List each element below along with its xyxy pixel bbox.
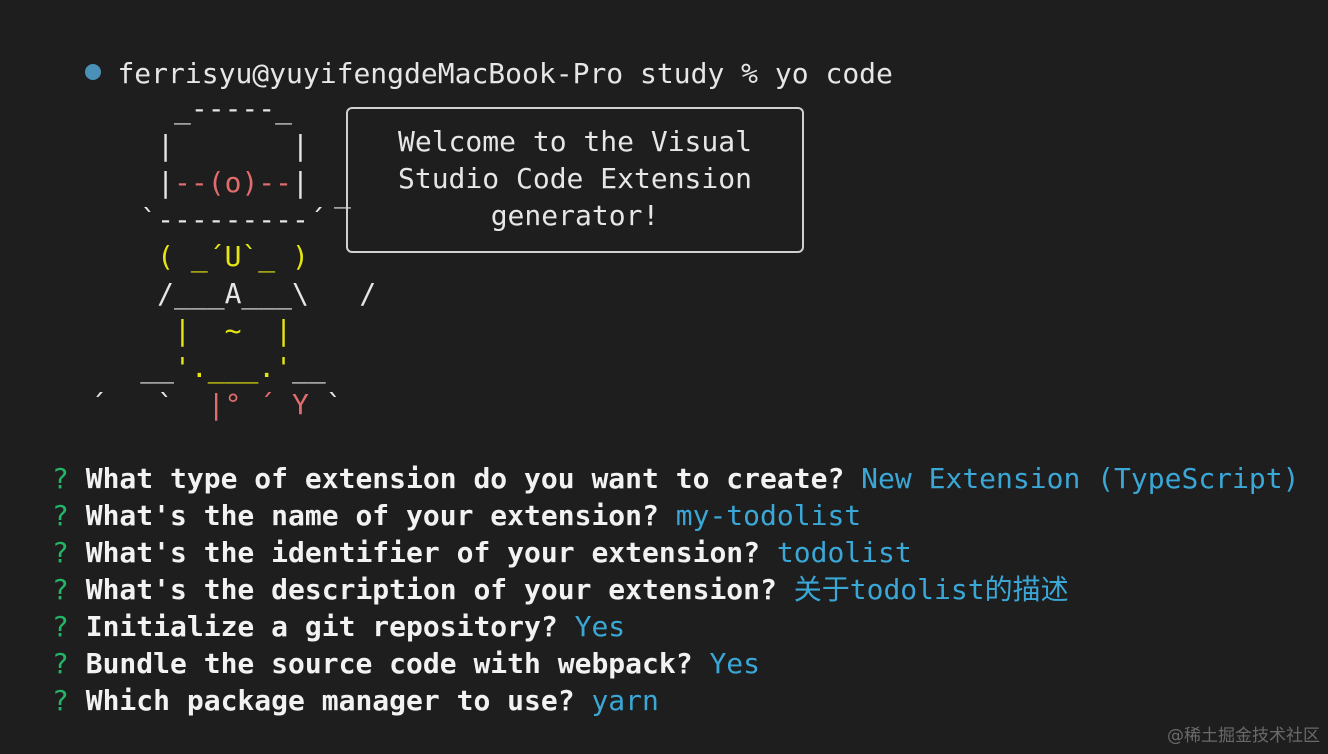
- question-mark-icon: ?: [52, 647, 69, 680]
- question-mark-icon: ?: [52, 499, 69, 532]
- mascot-hat-band-right: |: [292, 166, 309, 199]
- question-mark-icon: ?: [52, 573, 69, 606]
- answer-text: yarn: [591, 684, 659, 717]
- mascot-legs-right: __: [292, 351, 326, 384]
- question-text: Initialize a git repository?: [85, 610, 558, 643]
- mascot-hat-left: |: [56, 129, 175, 162]
- question-text: What's the name of your extension?: [85, 499, 659, 532]
- question-line-webpack-bundle: ? Bundle the source code with webpack? Y…: [52, 645, 1299, 682]
- question-line-git-init: ? Initialize a git repository? Yes: [52, 608, 1299, 645]
- question-line-extension-type: ? What type of extension do you want to …: [52, 460, 1299, 497]
- answer-text: New Extension (TypeScript): [861, 462, 1300, 495]
- question-mark-icon: ?: [52, 536, 69, 569]
- question-line-extension-name: ? What's the name of your extension? my-…: [52, 497, 1299, 534]
- question-line-package-manager: ? Which package manager to use? yarn: [52, 682, 1299, 719]
- mascot-feet-right: `: [308, 388, 343, 421]
- question-text: Bundle the source code with webpack?: [85, 647, 693, 680]
- mascot-legs-left: __: [56, 351, 175, 384]
- command-prompt-line: ferrisyu@yuyifengdeMacBook-Pro study % y…: [18, 14, 893, 90]
- question-line-extension-description: ? What's the description of your extensi…: [52, 571, 1299, 608]
- answer-text: my-todolist: [675, 499, 862, 532]
- mascot-legs-mid: '.___.': [174, 351, 293, 384]
- answer-text: Yes: [709, 647, 761, 680]
- welcome-speech-bubble: Welcome to the Visual Studio Code Extens…: [346, 107, 804, 253]
- answer-text: todolist: [776, 536, 912, 569]
- yeoman-mascot-ascii-art: _-----_ | | |--(o)--| `---------´ ( _´U`…: [56, 90, 377, 423]
- prompt-status-dot-icon: [85, 64, 102, 80]
- mascot-feet-mid: |° ´ Y: [207, 388, 309, 421]
- mascot-hat-band-left: |: [56, 166, 175, 199]
- prompt-text: ferrisyu@yuyifengdeMacBook-Pro study %: [117, 57, 775, 90]
- question-text: What's the description of your extension…: [85, 573, 777, 606]
- terminal-window[interactable]: ferrisyu@yuyifengdeMacBook-Pro study % y…: [0, 0, 1328, 754]
- mascot-feet-left: ´ `: [56, 388, 208, 421]
- watermark: @稀土掘金技术社区: [1167, 726, 1320, 746]
- question-text: What's the identifier of your extension?: [85, 536, 761, 569]
- question-text: What type of extension do you want to cr…: [85, 462, 845, 495]
- mascot-shoulders: /___A___\ /: [56, 277, 377, 310]
- question-mark-icon: ?: [52, 684, 69, 717]
- question-mark-icon: ?: [52, 610, 69, 643]
- question-text: Which package manager to use?: [85, 684, 575, 717]
- mascot-hat-brim: `---------´: [56, 203, 326, 236]
- mascot-hat-top: _-----_: [56, 92, 293, 125]
- answer-text: 关于todolist的描述: [793, 573, 1069, 606]
- question-line-extension-identifier: ? What's the identifier of your extensio…: [52, 534, 1299, 571]
- question-mark-icon: ?: [52, 462, 69, 495]
- mascot-hat-band-eye: --(o)--: [174, 166, 293, 199]
- mascot-face: ( _´U`_ ): [157, 240, 309, 273]
- generator-questions-list: ? What type of extension do you want to …: [52, 460, 1299, 719]
- mascot-body: | ~ |: [174, 314, 293, 347]
- command-text: yo code: [774, 57, 893, 90]
- answer-text: Yes: [574, 610, 626, 643]
- welcome-message: Welcome to the Visual Studio Code Extens…: [397, 124, 752, 232]
- mascot-hat-right: |: [174, 129, 309, 162]
